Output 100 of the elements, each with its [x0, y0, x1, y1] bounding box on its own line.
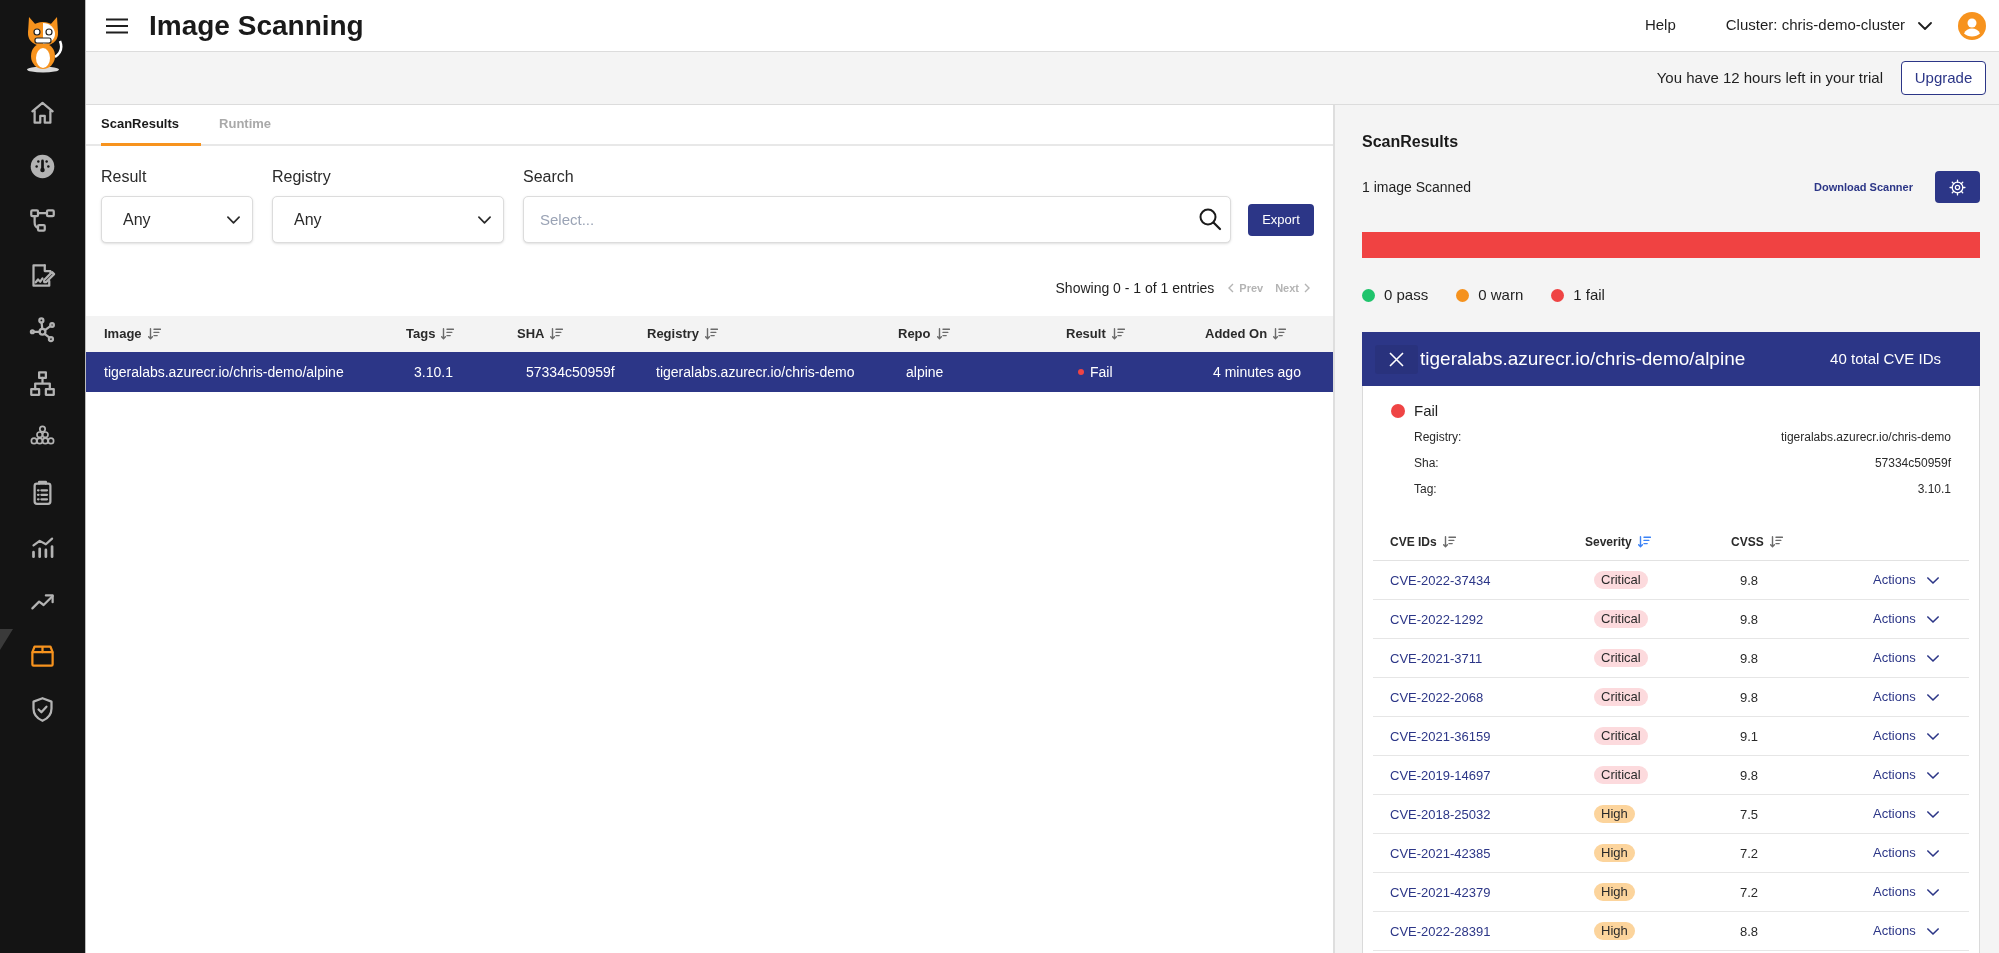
actions-button[interactable]: Actions	[1873, 570, 1939, 590]
cvss-score: 7.2	[1740, 846, 1759, 861]
chevron-down-icon	[227, 215, 240, 224]
upgrade-button[interactable]: Upgrade	[1901, 61, 1986, 95]
page-title: Image Scanning	[149, 11, 364, 40]
actions-button[interactable]: Actions	[1873, 726, 1939, 746]
filter-label: Result	[101, 167, 148, 187]
cve-link[interactable]: CVE-2022-37434	[1390, 573, 1491, 588]
menu-icon[interactable]	[106, 17, 128, 34]
document-edit-icon[interactable]	[29, 261, 56, 289]
field-label: Tag:	[1414, 481, 1437, 498]
cluster-selector[interactable]: Cluster: chris-demo-cluster	[1725, 14, 1932, 37]
actions-button[interactable]: Actions	[1873, 843, 1939, 863]
cve-link[interactable]: CVE-2021-3711	[1390, 651, 1483, 666]
panel-title: ScanResults	[1362, 132, 1460, 152]
chevron-down-icon	[1926, 615, 1939, 623]
field-label: Sha:	[1414, 455, 1439, 472]
chevron-down-icon	[1926, 810, 1939, 818]
chevron-right-icon	[1304, 283, 1310, 293]
severity-badge: Critical	[1594, 649, 1648, 667]
field-value: tigeralabs.azurecr.io/chris-demo	[1780, 429, 1951, 446]
legend-label: 0 warn	[1478, 284, 1524, 305]
cve-link[interactable]: CVE-2022-1292	[1390, 612, 1484, 627]
cvss-score: 9.1	[1740, 729, 1759, 744]
filter-label: Registry	[272, 167, 332, 187]
actions-button[interactable]: Actions	[1873, 687, 1939, 707]
tab[interactable]: ScanResults	[101, 105, 202, 146]
column-header[interactable]: Tags	[406, 324, 455, 344]
chevron-down-icon	[1926, 693, 1939, 701]
severity-badge: Critical	[1594, 727, 1648, 745]
table-cell-text: Fail	[1090, 362, 1113, 382]
cve-link[interactable]: CVE-2019-14697	[1390, 768, 1491, 783]
close-button[interactable]	[1375, 344, 1418, 374]
triangle-marker-icon	[0, 629, 13, 650]
actions-button[interactable]: Actions	[1873, 648, 1939, 668]
table-cell-text: tigeralabs.azurecr.io/chris-demo	[656, 362, 855, 382]
chevron-left-icon	[1228, 283, 1235, 293]
column-header[interactable]: CVSS	[1731, 532, 1783, 551]
chevron-down-icon	[1926, 888, 1939, 896]
column-header[interactable]: Result	[1066, 324, 1125, 344]
status-label: Fail	[1414, 400, 1439, 421]
cvss-score: 8.8	[1740, 924, 1759, 939]
actions-button[interactable]: Actions	[1873, 882, 1939, 902]
table-cell-text: 4 minutes ago	[1213, 362, 1301, 382]
column-header[interactable]: Added On	[1205, 324, 1287, 344]
search-field[interactable]: Select...	[523, 196, 1231, 243]
pagination-summary: Showing 0 - 1 of 1 entries	[1055, 278, 1215, 298]
table-row[interactable]: tigeralabs.azurecr.io/chris-demo/alpine 3.10.1 57334c50959f tigeralabs.azurecr.io/chris-demo alpine Fail 4 minutes ago	[86, 352, 1333, 392]
severity-badge: Critical	[1594, 571, 1648, 589]
cve-link[interactable]: CVE-2021-42379	[1390, 885, 1491, 900]
cvss-score: 7.2	[1740, 885, 1759, 900]
help-link[interactable]: Help	[1644, 14, 1676, 37]
dropdown-select[interactable]: Any	[272, 196, 504, 243]
actions-button[interactable]: Actions	[1873, 609, 1939, 629]
chevron-down-icon	[478, 215, 491, 224]
severity-badge: High	[1594, 805, 1635, 823]
legend-label: 1 fail	[1573, 284, 1605, 305]
network-nodes-icon[interactable]	[29, 315, 56, 343]
cve-link[interactable]: CVE-2022-28391	[1390, 924, 1491, 939]
flow-diagram-icon[interactable]	[29, 207, 56, 235]
chevron-down-icon	[1926, 771, 1939, 779]
cve-link[interactable]: CVE-2021-42385	[1390, 846, 1491, 861]
trial-message: You have 12 hours left in your trial	[1656, 67, 1883, 88]
chevron-down-icon	[1926, 732, 1939, 740]
actions-button[interactable]: Actions	[1873, 804, 1939, 824]
image-title: tigeralabs.azurecr.io/chris-demo/alpine	[1420, 346, 1746, 371]
cvss-score: 7.5	[1740, 807, 1759, 822]
table-cell-text: 57334c50959f	[526, 362, 615, 382]
column-header[interactable]: CVE IDs	[1390, 532, 1456, 551]
scanned-count: 1 image Scanned	[1362, 177, 1471, 197]
column-header[interactable]: Repo	[898, 324, 950, 344]
cvss-score: 9.8	[1740, 573, 1759, 588]
cve-link[interactable]: CVE-2021-36159	[1390, 729, 1491, 744]
cvss-score: 9.8	[1740, 651, 1759, 666]
hierarchy-icon[interactable]	[29, 370, 56, 398]
chevron-down-icon	[1926, 927, 1939, 935]
download-scanner-link[interactable]: Download Scanner	[1813, 178, 1913, 196]
cve-link[interactable]: CVE-2022-2068	[1390, 690, 1484, 705]
dropdown-select[interactable]: Any	[101, 196, 253, 243]
chevron-down-icon	[1926, 576, 1939, 584]
column-header[interactable]: Registry	[647, 324, 719, 344]
shield-check-icon[interactable]	[29, 695, 56, 723]
cve-count: 40 total CVE IDs	[1830, 348, 1941, 369]
settings-button[interactable]	[1935, 171, 1980, 203]
severity-badge: Critical	[1594, 766, 1648, 784]
cve-link[interactable]: CVE-2018-25032	[1390, 807, 1491, 822]
column-header[interactable]: SHA	[517, 324, 564, 344]
search-icon[interactable]	[1198, 207, 1222, 231]
severity-badge: High	[1594, 922, 1635, 940]
filter-label: Search	[523, 167, 575, 187]
field-label: Registry:	[1414, 429, 1462, 446]
severity-badge: High	[1594, 883, 1635, 901]
export-button[interactable]: Export	[1248, 204, 1314, 236]
actions-button[interactable]: Actions	[1873, 765, 1939, 785]
actions-button[interactable]: Actions	[1873, 921, 1939, 941]
gauge-icon[interactable]	[29, 152, 56, 180]
column-header[interactable]: Severity	[1585, 532, 1651, 551]
chevron-down-icon	[1926, 849, 1939, 857]
column-header[interactable]: Image	[104, 324, 161, 344]
severity-badge: Critical	[1594, 610, 1648, 628]
